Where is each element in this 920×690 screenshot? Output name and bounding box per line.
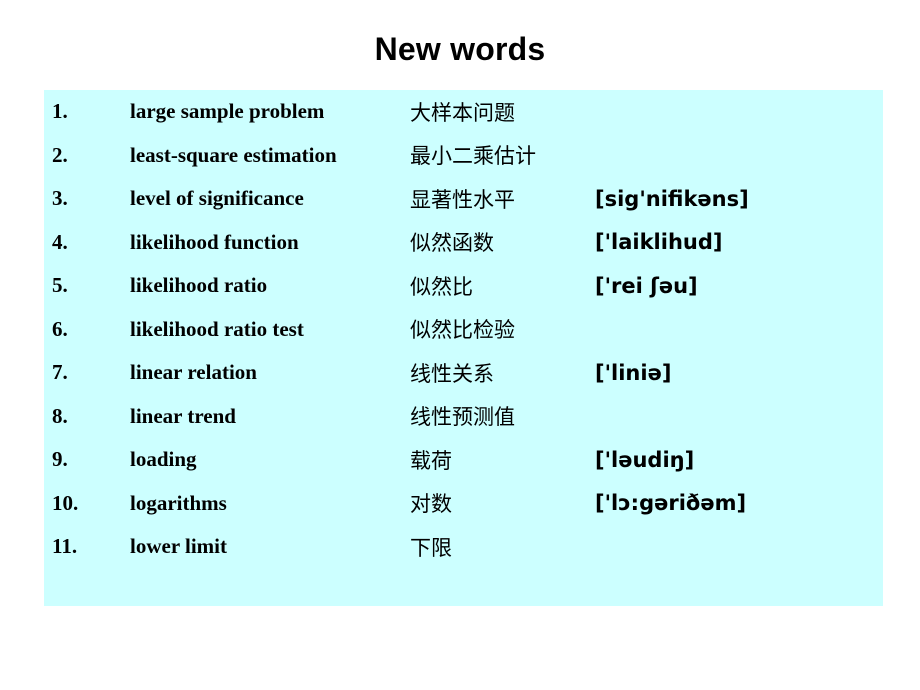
- row-chinese: 线性关系: [410, 361, 494, 386]
- table-row: 2. least-square estimation 最小二乘估计: [44, 134, 891, 178]
- row-term: level of significance: [130, 186, 304, 211]
- row-index: 2.: [52, 142, 68, 167]
- row-index: 1.: [52, 99, 68, 124]
- row-term: linear relation: [130, 360, 257, 385]
- row-index: 3.: [52, 186, 68, 211]
- row-chinese: 最小二乘估计: [410, 144, 536, 169]
- row-ipa: [595, 90, 891, 134]
- table-row: 10. logarithms 对数 ['lɔ:gəriðəm]: [44, 482, 891, 526]
- row-chinese: 对数: [410, 492, 452, 517]
- row-index: 7.: [52, 360, 68, 385]
- row-chinese: 似然比: [410, 274, 473, 299]
- row-chinese: 大样本问题: [410, 100, 515, 125]
- row-index: 4.: [52, 229, 68, 254]
- row-ipa: ['ləudiŋ]: [595, 447, 695, 472]
- row-chinese: 显著性水平: [410, 187, 515, 212]
- row-ipa: ['lɔ:gəriðəm]: [595, 491, 747, 516]
- row-index: 10.: [52, 490, 79, 515]
- row-ipa: [595, 525, 891, 569]
- page-title: New words: [374, 31, 546, 67]
- row-chinese: 似然比检验: [410, 318, 515, 343]
- row-ipa: [595, 134, 891, 178]
- row-ipa: [sig'nifikəns]: [595, 186, 749, 211]
- row-term: likelihood ratio test: [130, 316, 304, 341]
- slide: New words 1. large sample problem 大样本问题 …: [0, 0, 920, 690]
- table-row: 3. level of significance 显著性水平 [sig'nifi…: [44, 177, 891, 221]
- row-term: loading: [130, 447, 197, 472]
- vocabulary-panel: 1. large sample problem 大样本问题 2. least-s…: [44, 90, 883, 606]
- row-term: likelihood function: [130, 229, 299, 254]
- table-row: 5. likelihood ratio 似然比 ['rei ʃəu]: [44, 264, 891, 308]
- row-chinese: 线性预测值: [410, 405, 515, 430]
- row-chinese: 载荷: [410, 448, 452, 473]
- row-ipa: ['liniə]: [595, 360, 672, 385]
- table-row: 7. linear relation 线性关系 ['liniə]: [44, 351, 891, 395]
- table-row: 8. linear trend 线性预测值: [44, 395, 891, 439]
- row-term: linear trend: [130, 403, 236, 428]
- row-index: 5.: [52, 273, 68, 298]
- row-index: 8.: [52, 403, 68, 428]
- row-term: likelihood ratio: [130, 273, 268, 298]
- row-chinese: 下限: [410, 535, 452, 560]
- row-ipa: [595, 395, 891, 439]
- row-index: 11.: [52, 534, 78, 559]
- table-row: 4. likelihood function 似然函数 ['laiklihud]: [44, 221, 891, 265]
- row-ipa: [595, 308, 891, 352]
- table-row: 1. large sample problem 大样本问题: [44, 90, 891, 134]
- row-term: large sample problem: [130, 99, 325, 124]
- row-chinese: 似然函数: [410, 231, 494, 256]
- table-row: 11. lower limit 下限: [44, 525, 891, 569]
- table-row: 9. loading 载荷 ['ləudiŋ]: [44, 438, 891, 482]
- row-term: least-square estimation: [130, 142, 337, 167]
- row-term: logarithms: [130, 490, 227, 515]
- row-index: 6.: [52, 316, 68, 341]
- row-term: lower limit: [130, 534, 228, 559]
- vocabulary-table-body: 1. large sample problem 大样本问题 2. least-s…: [44, 90, 891, 569]
- vocabulary-table: 1. large sample problem 大样本问题 2. least-s…: [44, 90, 891, 569]
- table-row: 6. likelihood ratio test 似然比检验: [44, 308, 891, 352]
- row-ipa: ['rei ʃəu]: [595, 273, 698, 298]
- row-ipa: ['laiklihud]: [595, 230, 723, 255]
- row-index: 9.: [52, 447, 68, 472]
